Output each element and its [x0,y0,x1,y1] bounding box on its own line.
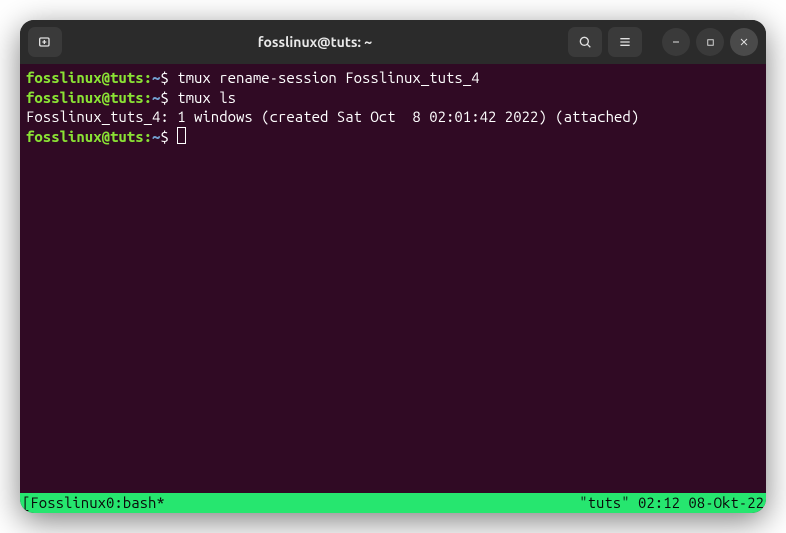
maximize-button[interactable] [696,28,724,56]
tmux-status-bar: [Fosslinux0:bash* "tuts" 02:12 08-Okt-22 [20,493,766,513]
prompt-user: fosslinux@tuts [26,69,144,86]
terminal-line: fosslinux@tuts:~$ tmux ls [26,88,760,108]
cursor [177,127,186,144]
prompt-user: fosslinux@tuts [26,89,144,106]
hamburger-icon [617,34,633,50]
maximize-icon [705,37,716,48]
tmux-status-right: "tuts" 02:12 08-Okt-22 [579,493,764,513]
plus-tab-icon [37,34,53,50]
terminal-content[interactable]: fosslinux@tuts:~$ tmux rename-session Fo… [20,64,766,493]
menu-button[interactable] [608,27,642,57]
command-text: tmux rename-session Fosslinux_tuts_4 [177,69,479,86]
terminal-line: Fosslinux_tuts_4: 1 windows (created Sat… [26,107,760,127]
prompt-dollar: $ [160,128,168,145]
prompt-user: fosslinux@tuts [26,128,144,145]
prompt-dollar: $ [160,89,168,106]
output-text: Fosslinux_tuts_4: 1 windows (created Sat… [26,108,639,125]
search-button[interactable] [568,27,602,57]
terminal-line: fosslinux@tuts:~$ tmux rename-session Fo… [26,68,760,88]
new-tab-button[interactable] [28,27,62,57]
tmux-status-left: [Fosslinux0:bash* [22,493,165,513]
terminal-line: fosslinux@tuts:~$ [26,127,760,147]
command-text: tmux ls [177,89,236,106]
prompt-dollar: $ [160,69,168,86]
window-title: fosslinux@tuts: ~ [68,34,562,50]
close-button[interactable] [730,28,758,56]
terminal-window: fosslinux@tuts: ~ [20,20,766,513]
titlebar: fosslinux@tuts: ~ [20,20,766,64]
close-icon [738,36,750,48]
minimize-button[interactable] [662,28,690,56]
minimize-icon [670,36,682,48]
search-icon [577,34,593,50]
